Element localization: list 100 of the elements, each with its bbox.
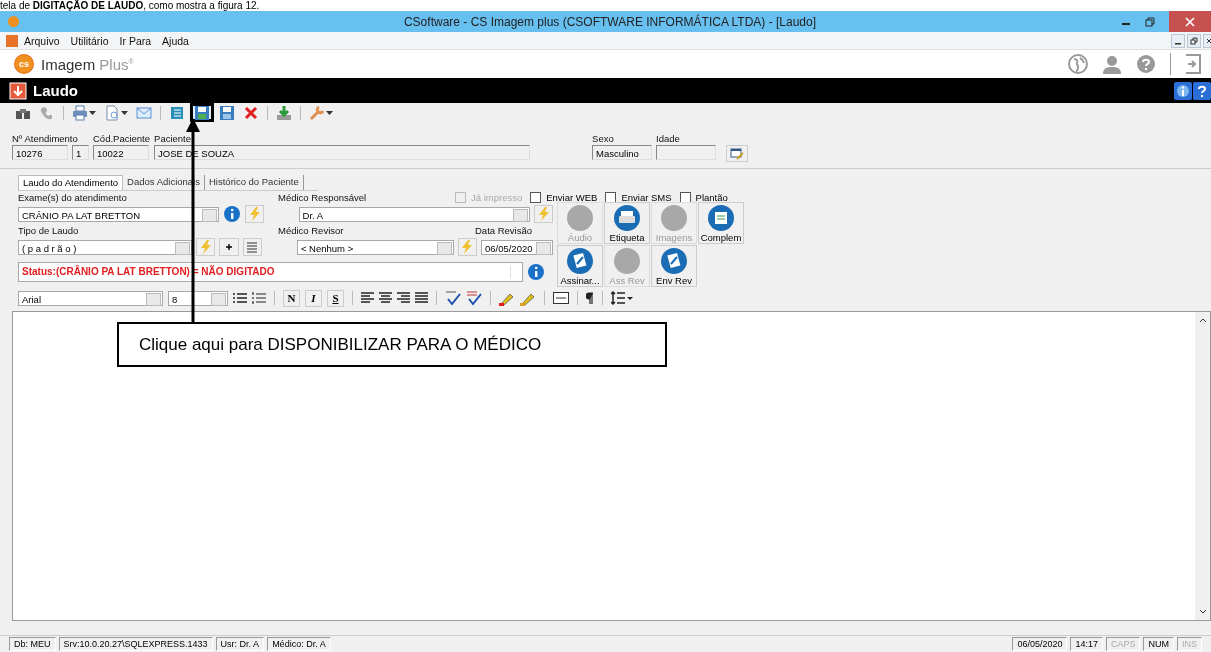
scroll-down-icon[interactable] [1198,609,1207,615]
restore-icon[interactable] [1187,33,1201,48]
document-icon [707,203,735,232]
status-bar-item: 14:17 [1070,637,1103,651]
tab[interactable]: Histórico do Paciente [205,175,304,190]
status-bar-item: NUM [1143,637,1174,651]
document-icon [660,246,688,275]
edit-button[interactable] [726,145,749,162]
support-person-icon[interactable] [1102,54,1122,74]
menu-item[interactable]: Ir Para [119,34,152,47]
edit-icon [730,147,745,160]
brand-logo: cs [15,55,33,73]
caret-icon [89,110,96,115]
label-button[interactable]: Etiqueta [604,202,650,244]
menu-item[interactable]: Utilitário [70,34,109,47]
app-logo-icon [8,16,19,27]
minimize-icon[interactable] [1171,33,1185,48]
save-icon [219,104,235,121]
printer-icon [613,203,641,232]
strikethrough-button[interactable]: S [327,289,344,307]
align-left-icon[interactable] [361,292,374,304]
field-label: Médico Revisor [278,224,345,237]
numbered-list-icon[interactable] [252,292,266,304]
send-review-button[interactable]: Env Rev [651,245,697,287]
caret-icon [326,110,333,115]
align-center-icon[interactable] [379,292,392,304]
field-label: Sexo [592,133,615,145]
circle-icon [660,203,688,232]
app-menu-icon[interactable] [6,34,18,47]
status-bar-item: Usr: Dr. A [215,637,265,651]
reviewer-dropdown[interactable]: < Nenhum > [296,239,454,255]
window-title: CSoftware - CS Imagem plus (CSOFTWARE INFORMÁTICA LTDA) - [Laudo] [402,14,817,29]
annotation-callout: Clique aqui para DISPONIBILIZAR PARA O MÉDICO [117,322,667,367]
help-icon[interactable] [1193,81,1211,100]
save-icon [194,104,210,121]
field-label: Tipo de Laudo [18,224,80,237]
field-label: Nº Atendimento [12,133,79,145]
doctor-dropdown[interactable]: Dr. A [298,206,530,222]
save-button[interactable] [190,103,214,122]
input-field[interactable]: 10022 [93,145,149,160]
scroll-up-icon[interactable] [1198,317,1207,323]
bullet-list-icon[interactable] [233,292,247,304]
complement-button[interactable]: Complem [698,202,744,244]
download-icon [276,104,292,121]
add-button[interactable] [219,238,239,256]
field-label: Médico Responsável [278,191,368,204]
list-icon [169,104,185,121]
status-bar-item: Médico: Dr. A [267,637,331,651]
document-icon [104,104,120,121]
field-icon[interactable] [553,292,569,304]
exam-dropdown[interactable]: CRÂNIO PA LAT BRETTON [18,206,220,222]
align-right-icon[interactable] [397,292,410,304]
envelope-icon [136,104,152,121]
input-field[interactable]: 10276 [12,145,68,160]
exit-icon[interactable] [1185,54,1201,74]
document-icon [566,246,594,275]
close-icon[interactable] [1203,33,1211,48]
form-title: Laudo [33,82,78,99]
report-type-dropdown[interactable]: ( p a d r ã o ) [18,239,193,255]
menu-item[interactable]: Ajuda [162,34,189,47]
restore-icon[interactable] [1145,16,1155,27]
field-label: Data Revisão [475,224,533,237]
date-picker[interactable]: 06/05/2020 [480,239,553,255]
checkbox[interactable]: Plantão [679,192,728,203]
justify-icon[interactable] [415,292,428,304]
input-field[interactable]: 1 [72,145,89,160]
font-dropdown[interactable]: Arial [18,290,163,306]
tab[interactable]: Laudo do Atendimento [18,175,124,190]
field-label: Cód.Paciente [93,133,151,145]
spell-check-icon[interactable] [466,290,482,306]
checkbox[interactable]: Enviar SMS [605,192,672,203]
status-bar-item: Db: MEU [9,637,56,651]
bold-button[interactable]: N [283,289,300,307]
brand-name: Imagem Plus$^{®}$ [41,55,134,73]
caret-icon [121,110,128,115]
phone-icon [39,104,55,121]
wrench-icon [309,104,325,121]
checkbox[interactable]: Enviar WEB [530,192,598,203]
menu-item[interactable]: Arquivo [24,34,60,47]
circle-icon [613,246,641,275]
status-bar-item: CAPS [1105,637,1141,651]
list-icon [246,241,259,253]
field-label: Exame(s) do atendimento [18,191,128,204]
info-icon[interactable] [1174,81,1192,100]
circle-icon [566,203,594,232]
sign-button[interactable]: Assinar... [557,245,603,287]
input-field[interactable]: Masculino [592,145,653,160]
scrollbar[interactable] [1195,312,1210,620]
close-icon [1185,16,1195,27]
plus-icon [226,244,232,250]
spell-check-icon[interactable] [445,290,461,306]
field-label: Paciente [154,133,193,145]
input-field[interactable] [656,145,717,160]
form-icon [9,81,27,100]
font-size-dropdown[interactable]: 8 [168,290,228,306]
line-spacing-icon[interactable] [611,291,633,305]
italic-button[interactable]: I [305,289,322,307]
status-bar-item: Srv:10.0.20.27\SQLEXPRESS.1433 [58,637,213,651]
globe-icon[interactable] [1068,54,1088,74]
document-caption: tela de DIGITAÇÃO DE LAUDO, como mostra a figura 12. [0,0,260,11]
